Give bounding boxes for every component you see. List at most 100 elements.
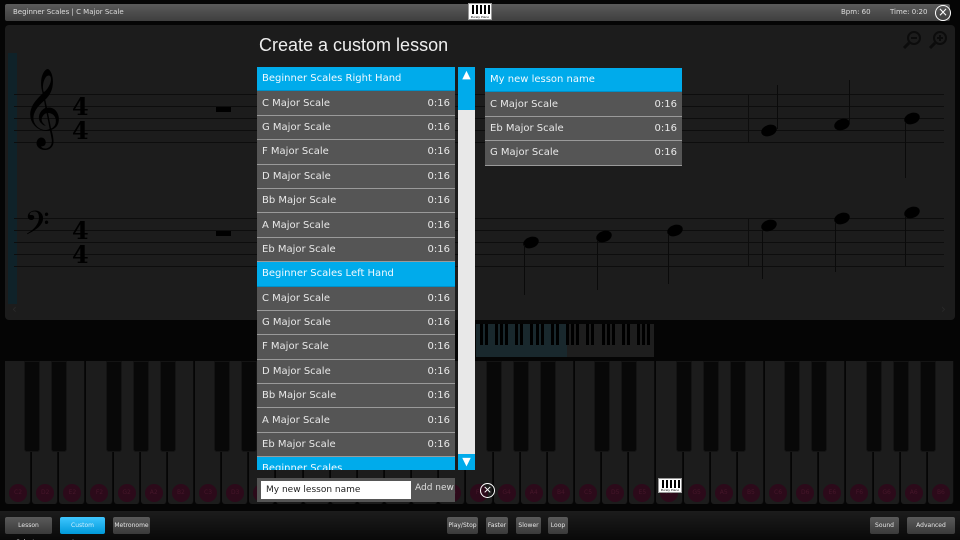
mini-black-key xyxy=(606,324,610,345)
custom-lesson-item[interactable]: Eb Major Scale 0:16 xyxy=(485,116,682,142)
note-stem xyxy=(668,234,669,284)
mini-keyboard-navigator[interactable] xyxy=(476,324,654,357)
mini-black-key xyxy=(637,324,641,345)
whole-rest xyxy=(216,107,231,112)
app: Beginner Scales | C Major Scale Bpm: 60 … xyxy=(0,0,960,540)
lesson-item-duration: 0:16 xyxy=(427,195,450,207)
breadcrumb: Beginner Scales | C Major Scale xyxy=(13,8,124,16)
black-key[interactable] xyxy=(892,361,909,452)
lesson-library-list: Beginner Scales Right Hand C Major Scale 0… xyxy=(257,67,455,470)
lesson-item[interactable]: A Major Scale 0:16 xyxy=(257,213,455,238)
mini-black-key xyxy=(555,324,559,345)
lesson-item[interactable]: F Major Scale 0:16 xyxy=(257,335,455,360)
close-icon[interactable]: × xyxy=(935,5,951,21)
mini-black-key xyxy=(642,324,646,345)
black-key[interactable] xyxy=(594,361,611,452)
note-stem xyxy=(524,245,525,295)
mini-black-key xyxy=(571,324,575,345)
black-key[interactable] xyxy=(24,361,41,452)
black-key[interactable] xyxy=(159,361,176,452)
scroll-left-arrow[interactable]: ‹ xyxy=(12,302,17,316)
key-label: B5 xyxy=(741,484,760,502)
lesson-item[interactable]: Eb Major Scale 0:16 xyxy=(257,432,455,458)
black-key[interactable] xyxy=(621,361,638,452)
lesson-list-scrollbar[interactable]: ▲ ▼ xyxy=(458,67,475,470)
advanced-button[interactable]: Advanced xyxy=(907,517,955,534)
add-new-button[interactable]: Add new xyxy=(415,483,454,493)
lesson-item[interactable]: Bb Major Scale 0:16 xyxy=(257,384,455,409)
lesson-selector-button[interactable]: Lesson Selector xyxy=(5,517,52,540)
lesson-group-header[interactable]: Beginner Scales Left Hand xyxy=(257,262,455,287)
lesson-group-name: Beginner Scales Left Hand xyxy=(262,268,394,280)
lesson-item-name: G Major Scale xyxy=(490,147,559,159)
black-key[interactable] xyxy=(702,361,719,452)
zoom-out-icon[interactable] xyxy=(902,30,922,50)
time-signature-treble-bottom: 4 xyxy=(72,116,89,145)
lesson-item[interactable]: Eb Major Scale 0:16 xyxy=(257,237,455,263)
zoom-in-icon[interactable] xyxy=(928,30,948,50)
black-key[interactable] xyxy=(865,361,882,452)
lesson-item-duration: 0:16 xyxy=(427,121,450,133)
black-key[interactable] xyxy=(539,361,556,452)
black-key[interactable] xyxy=(811,361,828,452)
black-key[interactable] xyxy=(512,361,529,452)
lesson-item[interactable]: C Major Scale 0:16 xyxy=(257,91,455,116)
custom-lesson-item[interactable]: C Major Scale 0:16 xyxy=(485,92,682,117)
custom-lesson-name-header[interactable]: My new lesson name xyxy=(485,68,682,93)
lesson-item-duration: 0:16 xyxy=(427,317,450,329)
lesson-item-name: G Major Scale xyxy=(262,317,331,329)
black-key[interactable] xyxy=(919,361,936,452)
barline xyxy=(748,218,749,267)
scroll-up-icon[interactable]: ▲ xyxy=(458,67,475,83)
lesson-item[interactable]: D Major Scale 0:16 xyxy=(257,164,455,189)
key-label: C3 xyxy=(199,484,218,502)
black-key[interactable] xyxy=(729,361,746,452)
lesson-item-name: D Major Scale xyxy=(262,170,331,182)
metronome-button[interactable]: Metronome xyxy=(113,517,150,534)
sound-button[interactable]: Sound xyxy=(870,517,899,534)
scroll-right-arrow[interactable]: › xyxy=(941,302,946,316)
black-key[interactable] xyxy=(675,361,692,452)
faster-button[interactable]: Faster xyxy=(486,517,508,534)
scroll-down-icon[interactable]: ▼ xyxy=(458,454,475,470)
scrollbar-thumb[interactable] xyxy=(458,83,475,110)
note-stem xyxy=(905,216,906,266)
black-key[interactable] xyxy=(784,361,801,452)
loop-button[interactable]: Loop xyxy=(548,517,568,534)
custom-lesson-item[interactable]: G Major Scale 0:16 xyxy=(485,141,682,166)
lesson-group-header[interactable]: Beginner Scales Right Hand xyxy=(257,67,455,92)
key-label: C2 xyxy=(9,484,28,502)
key-label: G6 xyxy=(877,484,896,502)
piano-keyboard: C2D2E2F2G2A2B2C3D3E3F3G3A3B3C4D4E4F4G4A4… xyxy=(5,361,955,504)
time-signature-bass-bottom: 4 xyxy=(72,240,89,269)
lesson-item[interactable]: G Major Scale 0:16 xyxy=(257,115,455,141)
time-signature-bass-top: 4 xyxy=(72,216,89,245)
lesson-item[interactable]: G Major Scale 0:16 xyxy=(257,310,455,336)
black-key[interactable] xyxy=(51,361,68,452)
lesson-item[interactable]: A Major Scale 0:16 xyxy=(257,408,455,433)
lesson-group-header[interactable]: Beginner Scales xyxy=(257,457,455,470)
black-key[interactable] xyxy=(485,361,502,452)
note-stem xyxy=(835,222,836,272)
key-label: A6 xyxy=(904,484,923,502)
lesson-item[interactable]: Bb Major Scale 0:16 xyxy=(257,188,455,214)
custom-lesson-button[interactable]: Custom Lesson xyxy=(60,517,105,540)
close-modal-icon[interactable]: × xyxy=(480,483,495,498)
lesson-item-name: Bb Major Scale xyxy=(262,195,337,207)
key-label: E5 xyxy=(633,484,652,502)
lesson-item[interactable]: F Major Scale 0:16 xyxy=(257,140,455,165)
play-stop-button[interactable]: Play/Stop xyxy=(447,517,478,534)
lesson-item-duration: 0:16 xyxy=(654,147,677,159)
mini-black-key xyxy=(550,324,554,345)
black-key[interactable] xyxy=(132,361,149,452)
lesson-item-name: C Major Scale xyxy=(262,97,331,109)
black-key[interactable] xyxy=(241,361,258,452)
lesson-item[interactable]: D Major Scale 0:16 xyxy=(257,359,455,385)
black-key[interactable] xyxy=(214,361,231,452)
lesson-item-name: Bb Major Scale xyxy=(262,390,337,402)
lesson-item[interactable]: C Major Scale 0:16 xyxy=(257,286,455,311)
lesson-name-input[interactable] xyxy=(261,481,411,499)
black-key[interactable] xyxy=(105,361,122,452)
slower-button[interactable]: Slower xyxy=(516,517,541,534)
key-label: B2 xyxy=(171,484,190,502)
